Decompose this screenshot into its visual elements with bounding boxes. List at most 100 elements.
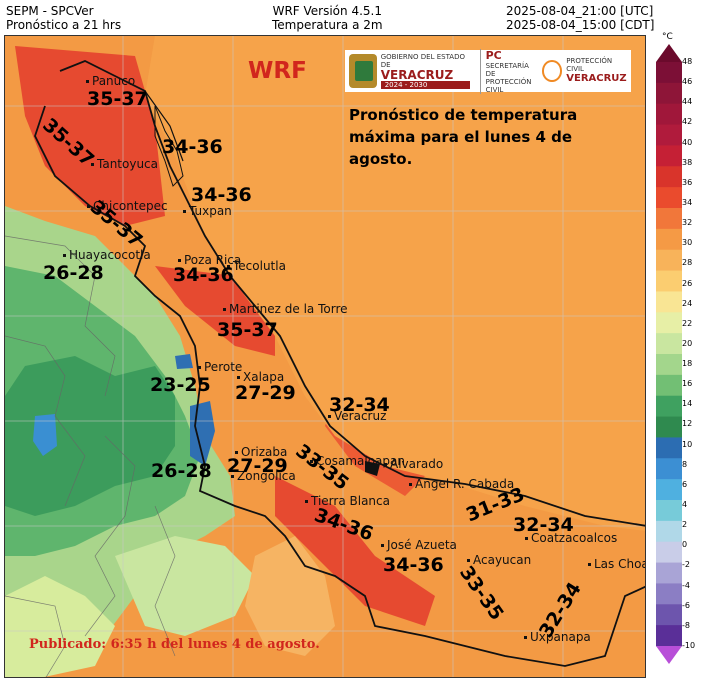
city-label: Tantoyuca [91,157,158,171]
colorbar-tick-label: -10 [682,641,696,650]
colorbar-swatch [656,312,682,334]
colorbar-swatch [656,270,682,292]
pc-logo-subtitle: SECRETARÍA DE PROTECCIÓN CIVIL [485,61,532,94]
colorbar-tick-label: 30 [682,238,693,248]
header-utc-time: 2025-08-04_21:00 [UTC] [506,4,654,18]
government-logo: GOBIERNO DEL ESTADO DE VERACRUZ 2024 - 2… [380,53,470,89]
government-logo-years: 2024 - 2030 [380,81,470,89]
temperature-range-label: 26-28 [151,460,212,482]
temperature-range-label: 27-29 [235,382,296,404]
colorbar-swatch [656,103,682,126]
city-label: Angel R. Cabada [409,477,514,491]
colorbar [656,44,682,664]
header-forecast-hours: Pronóstico a 21 hrs [6,18,122,32]
colorbar-tick-label: 10 [682,439,693,449]
colorbar-unit: °C [662,32,673,42]
colorbar-tick-label: 42 [682,117,693,127]
city-label: Martinez de la Torre [223,302,348,316]
header-center: WRF Versión 4.5.1 Temperatura a 2m [272,4,383,32]
header-cdt-time: 2025-08-04_15:00 [CDT] [506,18,655,32]
colorbar-swatch [656,291,682,313]
colorbar-swatch [656,500,682,522]
colorbar-tick-label: 36 [682,177,693,187]
veracruz-shield-icon [349,54,377,88]
colorbar-tick-label: 0 [682,540,688,550]
colorbar-swatch [656,416,682,438]
colorbar-swatch [656,187,682,209]
colorbar-tick-label: 2 [682,520,688,530]
header-variable: Temperatura a 2m [272,18,383,32]
colorbar-swatches [656,44,682,664]
colorbar-swatch [656,166,682,188]
city-label: Acayucan [467,553,531,567]
colorbar-swatch [656,604,682,626]
colorbar-tick-label: 44 [682,97,693,107]
header-left: SEPM - SPCVer Pronóstico a 21 hrs [6,4,121,32]
temperature-range-label: 27-29 [227,455,288,477]
colorbar-tick-label: 48 [682,57,693,66]
city-label: Huayacocotla [63,248,151,262]
temperature-range-label: 34-36 [173,264,234,286]
temperature-range-label: 35-37 [217,319,278,341]
colorbar-swatch [656,82,682,105]
colorbar-swatch [656,562,682,584]
colorbar-tick-label: -4 [682,580,690,590]
colorbar-tick-label: 16 [682,379,693,389]
pc-veracruz-line2: VERACRUZ [566,73,627,84]
temperature-range-label: 35-37 [87,88,148,110]
colorbar-tick-label: 22 [682,318,693,328]
colorbar-swatch [656,354,682,376]
government-logo-name: VERACRUZ [380,68,454,82]
colorbar-tick-label: -8 [682,620,690,630]
pc-logo: PC SECRETARÍA DE PROTECCIÓN CIVIL [479,48,538,94]
civil-protection-icon [541,60,563,82]
colorbar-swatch [656,62,682,84]
city-label: José Azueta [381,538,457,552]
colorbar-swatch [656,333,682,355]
city-label: Las Choapas [588,557,645,571]
colorbar-tick-label: 26 [682,278,693,288]
temperature-range-label: 34-36 [162,136,223,158]
pc-veracruz-logo: PROTECCIÓN CIVIL VERACRUZ [566,57,627,85]
colorbar-swatch [656,145,682,167]
colorbar-swatch [656,374,682,397]
temperature-range-label: 34-36 [191,184,252,206]
city-label: Perote [198,360,242,374]
colorbar-swatch [656,395,682,418]
temperature-range-label: 34-36 [383,554,444,576]
logo-strip: GOBIERNO DEL ESTADO DE VERACRUZ 2024 - 2… [345,48,631,94]
forecast-title: Pronóstico de temperatura máxima para el… [349,106,578,168]
temperature-range-label: 23-25 [150,374,211,396]
colorbar-swatch [656,249,682,272]
colorbar-tick-label: 14 [682,399,693,409]
city-label: Tecolutla [227,259,286,273]
colorbar-swatch [656,541,682,564]
government-logo-line: GOBIERNO DEL ESTADO DE [380,53,465,69]
colorbar-swatch [656,228,682,251]
colorbar-swatch [656,583,682,605]
colorbar-swatch [656,520,682,543]
model-label: WRF [248,58,307,84]
colorbar-tick-label: 46 [682,77,693,87]
city-label: Alvarado [384,457,443,471]
colorbar-swatch [656,646,682,664]
colorbar-tick-label: 8 [682,459,688,469]
colorbar-tick-label: 6 [682,479,688,489]
colorbar-tick-label: 4 [682,500,688,510]
colorbar-tick-label: 24 [682,298,693,308]
colorbar-tick-label: -2 [682,560,690,570]
colorbar-tick-label: 20 [682,338,693,348]
city-label: Panuco [86,74,135,88]
colorbar-tick-label: 38 [682,157,693,167]
header-source: SEPM - SPCVer [6,4,94,18]
colorbar-tick-label: 12 [682,419,693,429]
published-note: Publicado: 6:35 h del lunes 4 de agosto. [29,637,320,652]
colorbar-tick-label: 34 [682,197,693,207]
header-model-version: WRF Versión 4.5.1 [272,4,382,18]
temperature-range-label: 32-34 [513,514,574,536]
colorbar-swatch [656,625,682,647]
colorbar-tick-label: -6 [682,600,690,610]
header-right: 2025-08-04_21:00 [UTC] 2025-08-04_15:00 … [506,4,654,32]
colorbar-tick-label: 18 [682,359,693,369]
colorbar-swatch [656,44,682,62]
